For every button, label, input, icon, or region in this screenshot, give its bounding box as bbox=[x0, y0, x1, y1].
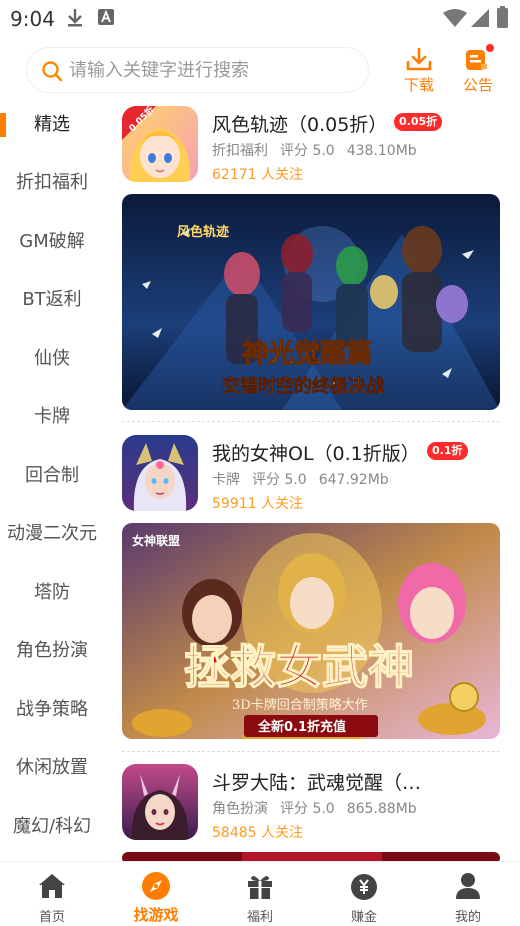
font-app-notification-icon bbox=[98, 9, 114, 25]
game-followers: 62171 人关注 bbox=[212, 167, 303, 183]
discount-tag: 0.1折 bbox=[427, 442, 468, 460]
status-bar: 9:04 bbox=[0, 0, 520, 36]
user-icon bbox=[456, 873, 480, 899]
game-category: 角色扮演 bbox=[212, 801, 268, 817]
money-bag-icon bbox=[351, 874, 377, 900]
game-followers: 58485 人关注 bbox=[212, 825, 303, 841]
sidebar-item-fantasy[interactable]: 魔幻/科幻 bbox=[0, 807, 104, 847]
game-size: 865.88Mb bbox=[346, 801, 417, 817]
compass-icon bbox=[142, 872, 170, 900]
sidebar-item-xianxia[interactable]: 仙侠 bbox=[0, 339, 104, 379]
game-rating: 评分 5.0 bbox=[280, 801, 335, 817]
category-sidebar: 精选 折扣福利 GM破解 BT返利 仙侠 卡牌 回合制 动漫二次元 塔防 角色扮… bbox=[0, 96, 104, 861]
game-rating: 评分 5.0 bbox=[252, 472, 307, 488]
game-icon-douluo bbox=[122, 764, 198, 840]
sidebar-item-featured[interactable]: 精选 bbox=[0, 105, 104, 145]
game-title: 我的女神OL（0.1折版） bbox=[212, 443, 420, 465]
game-banner-nvshen[interactable]: 女神联盟 拯救女武神 3D卡牌回合制策略大作 全新0.1折充值 bbox=[122, 523, 500, 739]
tab-welfare[interactable]: 福利 bbox=[208, 862, 312, 926]
game-size: 647.92Mb bbox=[318, 472, 389, 488]
notice-badge-dot bbox=[486, 44, 494, 52]
game-meta: 折扣福利 评分 5.0 438.10Mb bbox=[212, 140, 429, 160]
banner-subline: 3D卡牌回合制策略大作 bbox=[232, 697, 368, 713]
gift-icon bbox=[248, 876, 272, 899]
game-followers: 59911 人关注 bbox=[212, 496, 303, 512]
sidebar-item-rpg[interactable]: 角色扮演 bbox=[0, 631, 104, 671]
sidebar-item-bt[interactable]: BT返利 bbox=[0, 280, 104, 320]
bottom-tab-bar: 首页 找游戏 福利 赚金 我的 bbox=[0, 861, 520, 926]
game-icon-fengse: 0.05折 bbox=[122, 106, 198, 182]
game-title: 斗罗大陆：武魂觉醒（… bbox=[212, 772, 422, 794]
game-size: 438.10Mb bbox=[346, 143, 417, 159]
game-list: 0.05折 风色轨迹（0.05折） 0.05折 折扣福利 评分 5.0 438.10… bbox=[104, 96, 520, 861]
game-title: 风色轨迹（0.05折） bbox=[212, 114, 388, 136]
notice-icon bbox=[466, 50, 487, 70]
game-category: 卡牌 bbox=[212, 472, 240, 488]
tab-find-games-label: 找游戏 bbox=[133, 906, 179, 924]
game-category: 折扣福利 bbox=[212, 143, 268, 159]
wifi-icon bbox=[443, 9, 467, 27]
sidebar-item-discount[interactable]: 折扣福利 bbox=[0, 163, 104, 203]
tab-welfare-label: 福利 bbox=[246, 910, 273, 925]
tab-earn[interactable]: 赚金 bbox=[312, 862, 416, 926]
game-meta: 卡牌 评分 5.0 647.92Mb bbox=[212, 469, 401, 489]
sidebar-item-gm[interactable]: GM破解 bbox=[0, 222, 104, 262]
banner-headline: 神光觉醒篇 bbox=[242, 338, 372, 369]
status-time: 9:04 bbox=[10, 7, 55, 31]
banner-logo: 女神联盟 bbox=[132, 533, 180, 548]
game-banner-douluo[interactable] bbox=[122, 852, 500, 861]
tab-home[interactable]: 首页 bbox=[0, 862, 104, 926]
game-item[interactable]: 我的女神OL（0.1折版） 0.1折 卡牌 评分 5.0 647.92Mb 5991… bbox=[122, 435, 502, 515]
divider bbox=[122, 751, 500, 752]
tab-earn-label: 赚金 bbox=[350, 910, 377, 925]
tab-mine-label: 我的 bbox=[454, 910, 481, 925]
sidebar-item-anime[interactable]: 动漫二次元 bbox=[0, 514, 104, 554]
banner-headline: 拯救女武神 bbox=[184, 640, 414, 694]
sidebar-item-tower-defense[interactable]: 塔防 bbox=[0, 573, 104, 613]
tab-mine[interactable]: 我的 bbox=[416, 862, 520, 926]
download-button[interactable]: 下载 bbox=[397, 44, 441, 96]
banner-logo: 风色轨迹 bbox=[177, 224, 229, 240]
tab-find-games[interactable]: 找游戏 bbox=[104, 862, 208, 926]
game-item[interactable]: 0.05折 风色轨迹（0.05折） 0.05折 折扣福利 评分 5.0 438.10… bbox=[122, 106, 502, 186]
sidebar-item-turn-based[interactable]: 回合制 bbox=[0, 456, 104, 496]
banner-ribbon: 全新0.1折充值 bbox=[257, 719, 346, 735]
sidebar-item-card[interactable]: 卡牌 bbox=[0, 397, 104, 437]
game-rating: 评分 5.0 bbox=[280, 143, 335, 159]
home-icon bbox=[39, 874, 65, 898]
notice-button[interactable]: 公告 bbox=[456, 44, 500, 96]
sidebar-item-strategy[interactable]: 战争策略 bbox=[0, 690, 104, 730]
game-meta: 角色扮演 评分 5.0 865.88Mb bbox=[212, 798, 429, 818]
game-icon-nvshen bbox=[122, 435, 198, 511]
download-label: 下载 bbox=[403, 76, 434, 94]
download-notification-icon bbox=[68, 9, 82, 27]
notice-label: 公告 bbox=[462, 76, 493, 94]
search-bar[interactable] bbox=[26, 47, 369, 93]
banner-subline: 交错时空的终极决战 bbox=[222, 375, 384, 397]
sidebar-item-idle[interactable]: 休闲放置 bbox=[0, 748, 104, 788]
divider bbox=[122, 421, 500, 422]
search-icon bbox=[42, 61, 63, 82]
discount-tag: 0.05折 bbox=[394, 113, 443, 131]
cellular-signal-icon bbox=[471, 9, 489, 27]
game-banner-fengse[interactable]: 风色轨迹 神光觉醒篇 交错时空的终极决战 bbox=[122, 194, 500, 410]
tab-home-label: 首页 bbox=[38, 910, 65, 925]
game-item[interactable]: 斗罗大陆：武魂觉醒（… 角色扮演 评分 5.0 865.88Mb 58485 人关注 bbox=[122, 764, 502, 844]
battery-icon bbox=[497, 6, 508, 28]
search-input[interactable] bbox=[69, 48, 359, 92]
download-icon bbox=[406, 48, 432, 71]
